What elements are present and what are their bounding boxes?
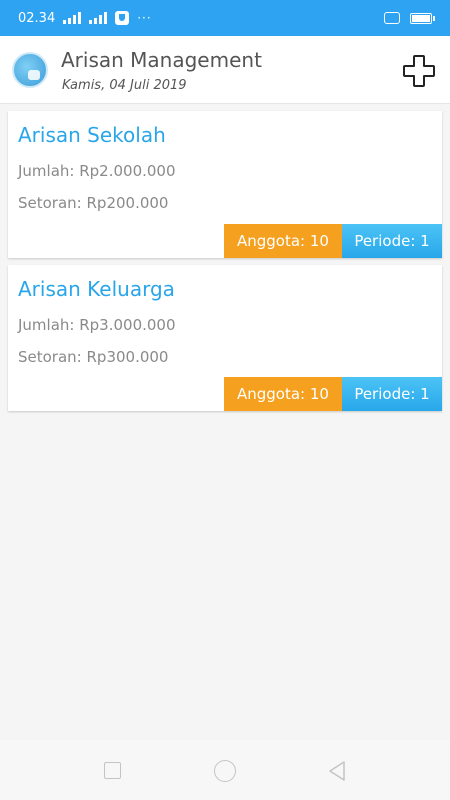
card-setoran: Setoran: Rp300.000 [18, 348, 169, 366]
plus-icon[interactable] [402, 54, 436, 88]
arisan-card[interactable]: Arisan Keluarga Jumlah: Rp3.000.000 Seto… [8, 265, 442, 411]
signal-icon-2 [89, 12, 108, 24]
app-date: Kamis, 04 Juli 2019 [62, 78, 187, 93]
anggota-badge: Anggota: 10 [224, 224, 342, 258]
arisan-card[interactable]: Arisan Sekolah Jumlah: Rp2.000.000 Setor… [8, 111, 442, 258]
card-jumlah: Jumlah: Rp3.000.000 [18, 316, 176, 334]
vibrate-icon [384, 12, 400, 24]
recent-apps-icon[interactable] [104, 762, 121, 779]
card-title: Arisan Sekolah [18, 123, 166, 147]
app-bar: Arisan Management Kamis, 04 Juli 2019 [0, 36, 450, 104]
periode-badge: Periode: 1 [342, 224, 442, 258]
card-title: Arisan Keluarga [18, 277, 175, 301]
shield-icon [115, 11, 130, 25]
status-bar: 02.34 ··· [0, 0, 450, 36]
battery-icon [410, 12, 435, 24]
status-right [384, 12, 435, 24]
anggota-badge: Anggota: 10 [224, 377, 342, 411]
signal-icon [63, 12, 82, 24]
back-icon[interactable] [326, 759, 348, 783]
navigation-bar [0, 740, 450, 800]
status-left: 02.34 ··· [18, 11, 152, 26]
money-bag-icon [12, 52, 48, 88]
card-setoran: Setoran: Rp200.000 [18, 194, 169, 212]
home-icon[interactable] [214, 760, 236, 782]
periode-badge: Periode: 1 [342, 377, 442, 411]
more-notifications-icon: ··· [137, 11, 152, 25]
card-jumlah: Jumlah: Rp2.000.000 [18, 162, 176, 180]
app-title: Arisan Management [61, 48, 262, 72]
status-time: 02.34 [18, 10, 56, 26]
